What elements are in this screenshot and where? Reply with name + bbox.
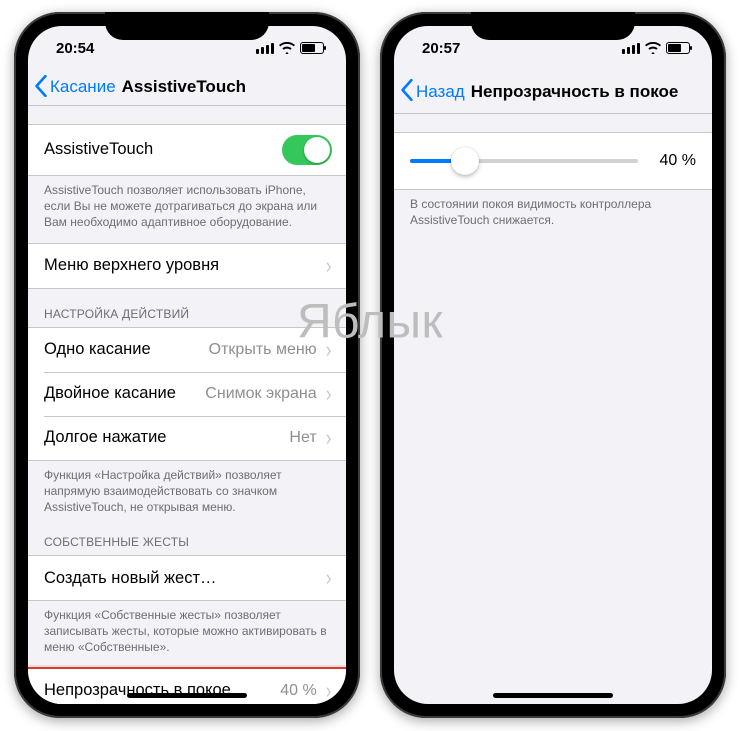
gestures-header: СОБСТВЕННЫЕ ЖЕСТЫ [28, 517, 346, 555]
toggle-footer: AssistiveTouch позволяет использовать iP… [28, 176, 346, 233]
long-press-label: Долгое нажатие [44, 428, 289, 447]
idle-opacity-value: 40 % [280, 682, 316, 700]
chevron-left-icon [400, 79, 414, 104]
slider-thumb[interactable] [451, 147, 479, 175]
wifi-icon [645, 42, 661, 54]
notch [471, 12, 635, 40]
double-tap-value: Снимок экрана [205, 385, 316, 403]
home-indicator[interactable] [127, 693, 247, 698]
status-time: 20:54 [56, 40, 94, 57]
idle-opacity-row[interactable]: Непрозрачность в покое 40 % › [28, 669, 346, 704]
top-level-menu-group: Меню верхнего уровня › [28, 243, 346, 289]
chevron-right-icon: › [326, 255, 331, 277]
chevron-right-icon: › [326, 680, 331, 702]
home-indicator[interactable] [493, 693, 613, 698]
phones-row: 20:54 Касание AssistiveTouch [0, 0, 740, 730]
single-tap-value: Открыть меню [209, 341, 317, 359]
assistivetouch-toggle-row[interactable]: AssistiveTouch [28, 125, 346, 175]
back-button[interactable]: Касание [34, 75, 116, 100]
actions-header: НАСТРОЙКА ДЕЙСТВИЙ [28, 289, 346, 327]
single-tap-row[interactable]: Одно касание Открыть меню › [28, 328, 346, 372]
actions-footer: Функция «Настройка действий» позволяет н… [28, 461, 346, 518]
top-level-menu-label: Меню верхнего уровня [44, 256, 325, 275]
idle-opacity-group: Непрозрачность в покое 40 % › [28, 668, 346, 704]
chevron-right-icon: › [326, 567, 331, 589]
gestures-footer: Функция «Собственные жесты» позволяет за… [28, 601, 346, 658]
chevron-right-icon: › [326, 383, 331, 405]
notch [105, 12, 269, 40]
cellular-icon [622, 43, 640, 54]
toggle-switch[interactable] [282, 135, 332, 165]
back-label: Назад [416, 82, 465, 102]
settings-content: AssistiveTouch AssistiveTouch позволяет … [28, 106, 346, 704]
actions-group: Одно касание Открыть меню › Двойное каса… [28, 327, 346, 461]
long-press-value: Нет [289, 429, 316, 447]
chevron-right-icon: › [326, 427, 331, 449]
status-indicators [256, 42, 324, 54]
toggle-label: AssistiveTouch [44, 140, 282, 159]
screen-left: 20:54 Касание AssistiveTouch [28, 26, 346, 704]
create-gesture-row[interactable]: Создать новый жест… › [28, 556, 346, 600]
battery-icon [300, 42, 324, 54]
phone-left: 20:54 Касание AssistiveTouch [14, 12, 360, 718]
settings-content: 40 % В состоянии покоя видимость контрол… [394, 114, 712, 704]
opacity-slider-row[interactable]: 40 % [394, 133, 712, 189]
opacity-slider[interactable] [410, 159, 638, 163]
page-title: Непрозрачность в покое [471, 82, 679, 102]
status-indicators [622, 42, 690, 54]
page-title: AssistiveTouch [122, 77, 246, 97]
battery-icon [666, 42, 690, 54]
top-level-menu-row[interactable]: Меню верхнего уровня › [28, 244, 346, 288]
screen-right: 20:57 Назад Непрозрачность в покое [394, 26, 712, 704]
status-time: 20:57 [422, 40, 460, 57]
chevron-right-icon: › [326, 339, 331, 361]
nav-bar: Касание AssistiveTouch [28, 70, 346, 106]
opacity-slider-value: 40 % [650, 152, 696, 170]
wifi-icon [279, 42, 295, 54]
double-tap-row[interactable]: Двойное касание Снимок экрана › [28, 372, 346, 416]
cellular-icon [256, 43, 274, 54]
double-tap-label: Двойное касание [44, 384, 205, 403]
create-gesture-label: Создать новый жест… [44, 569, 325, 588]
nav-bar: Назад Непрозрачность в покое [394, 70, 712, 114]
toggle-group: AssistiveTouch [28, 124, 346, 176]
chevron-left-icon [34, 75, 48, 100]
phone-right: 20:57 Назад Непрозрачность в покое [380, 12, 726, 718]
opacity-footer: В состоянии покоя видимость контроллера … [394, 190, 712, 230]
back-button[interactable]: Назад [400, 79, 465, 104]
long-press-row[interactable]: Долгое нажатие Нет › [28, 416, 346, 460]
gestures-group: Создать новый жест… › [28, 555, 346, 601]
back-label: Касание [50, 77, 116, 97]
single-tap-label: Одно касание [44, 340, 209, 359]
opacity-slider-group: 40 % [394, 132, 712, 190]
